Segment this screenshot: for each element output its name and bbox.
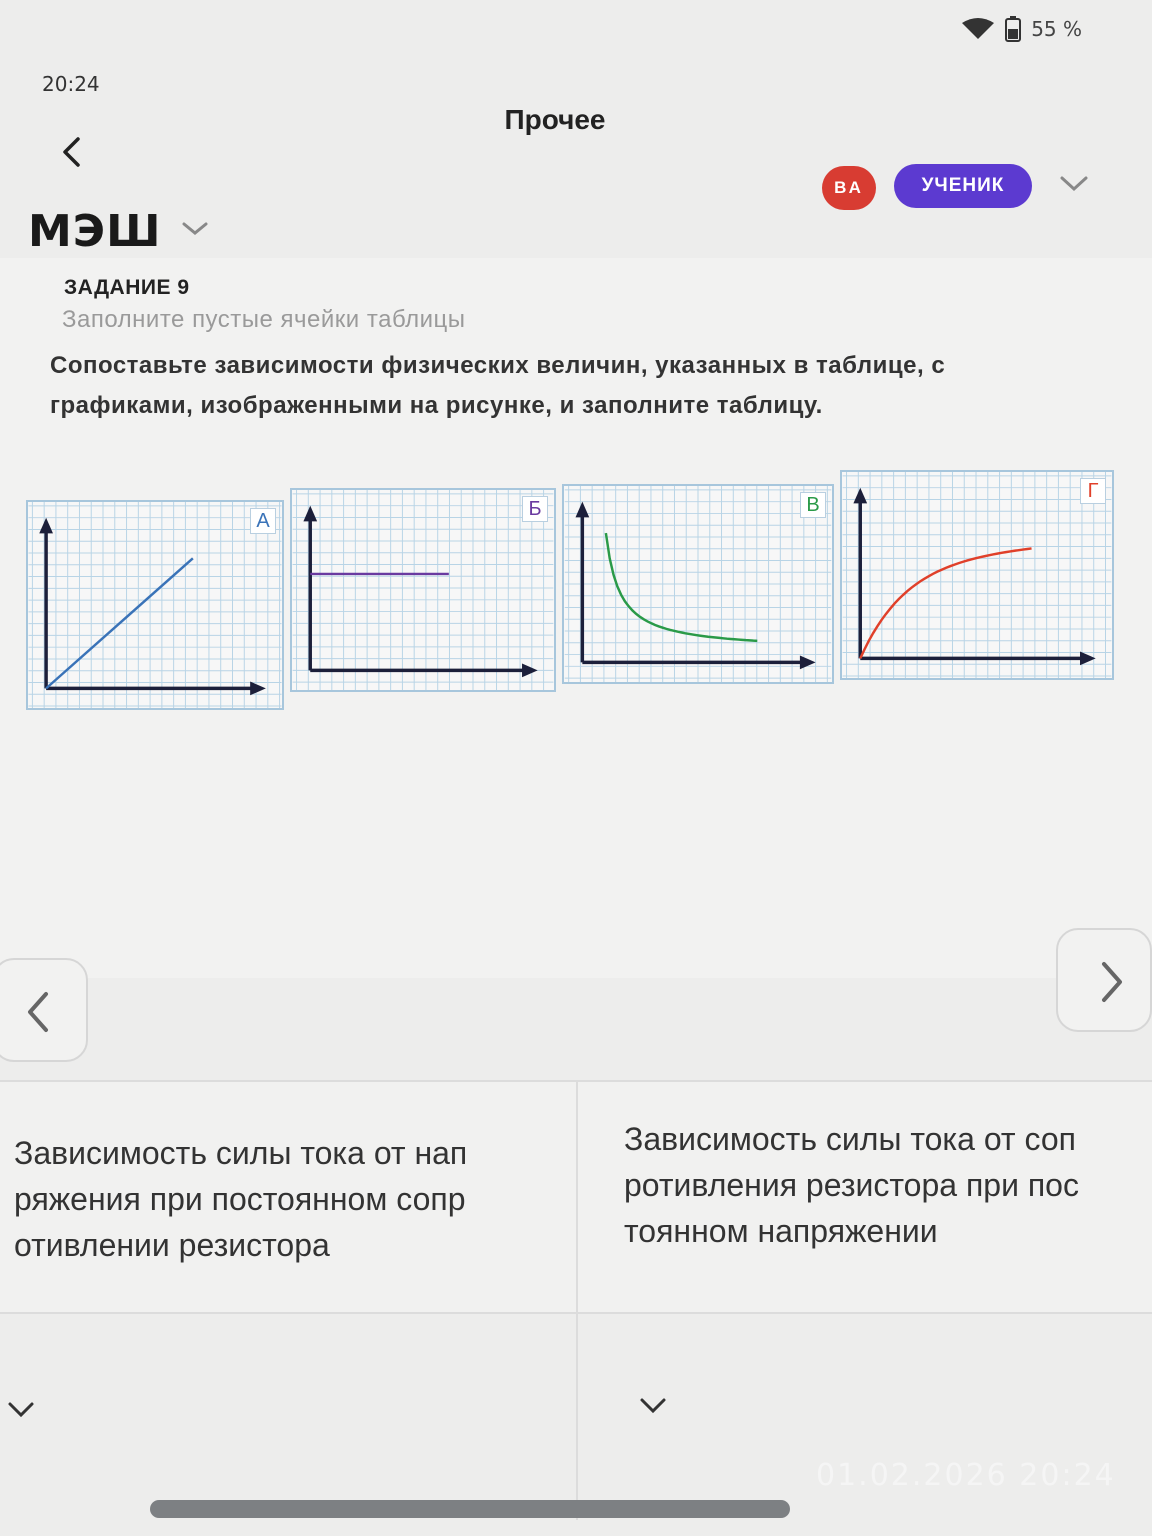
app-switcher-button[interactable] [180, 218, 210, 240]
x-axis-arrow [522, 663, 538, 678]
graph-label: А [250, 508, 276, 534]
status-bar-right: 55 % [961, 16, 1082, 42]
chevron-down-icon [182, 222, 208, 235]
table-divider [576, 1080, 578, 1520]
y-axis-arrow [575, 501, 590, 518]
battery-icon [1005, 16, 1022, 42]
chevron-down-icon [1060, 176, 1088, 192]
graph-plot [842, 472, 1112, 678]
chevron-down-icon[interactable] [638, 1396, 668, 1416]
graph-label: Г [1080, 478, 1106, 504]
chevron-down-icon[interactable] [6, 1400, 36, 1420]
graph-curve [859, 547, 1032, 659]
table-row-label: Зависимость силы тока от нап ряжения при… [14, 1135, 468, 1263]
graph-panel: В [562, 484, 834, 684]
x-axis-arrow [799, 655, 816, 670]
chevron-left-icon [28, 992, 48, 1032]
graph-panel: Г [840, 470, 1114, 680]
task-hint: Заполните пустые ячейки таблицы [62, 306, 466, 333]
app-logo: МЭШ [28, 206, 162, 257]
photo-timestamp: 01.02.2026 20:24 [816, 1458, 1116, 1493]
x-axis-arrow [250, 681, 266, 696]
avatar[interactable]: ВА [822, 166, 876, 210]
y-axis-arrow [39, 517, 53, 534]
graph-label: Б [522, 496, 548, 522]
graph-plot [28, 502, 282, 708]
scrollbar[interactable] [150, 1500, 790, 1518]
app-screen: 20:24 55 % Прочее ВА УЧЕНИК МЭШ ЗАДАНИЕ … [0, 0, 1152, 1536]
wifi-icon [962, 18, 995, 39]
table-row-label: Зависимость силы тока от соп ротивления … [624, 1121, 1079, 1249]
graph-plot [292, 490, 554, 690]
back-button[interactable] [56, 134, 86, 170]
page-title: Прочее [504, 104, 606, 135]
chevron-left-icon [63, 137, 80, 167]
battery-percent: 55 % [1031, 17, 1082, 41]
y-axis-arrow [853, 487, 868, 504]
task-question: Сопоставьте зависимости физических велич… [50, 352, 946, 419]
role-badge[interactable]: УЧЕНИК [894, 164, 1032, 208]
status-time: 20:24 [42, 72, 100, 96]
task-number: ЗАДАНИЕ 9 [64, 276, 190, 299]
graph-panel: А [26, 500, 284, 710]
chevron-right-icon [1102, 962, 1122, 1002]
y-axis-arrow [303, 505, 318, 522]
answer-select-1[interactable] [0, 1312, 576, 1512]
prev-button[interactable] [0, 958, 88, 1062]
next-button[interactable] [1056, 928, 1152, 1032]
profile-menu-button[interactable] [1058, 172, 1090, 196]
graph-label: В [800, 492, 826, 518]
graph-plot [564, 486, 832, 682]
graph-panel: Б [290, 488, 556, 692]
